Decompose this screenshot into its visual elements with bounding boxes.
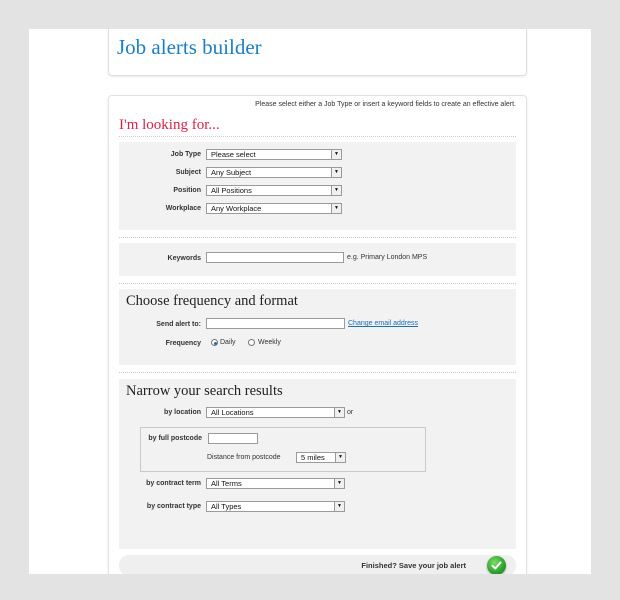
frequency-heading: Choose frequency and format — [126, 293, 298, 309]
keywords-input[interactable] — [206, 252, 344, 263]
or-text: or — [347, 409, 354, 416]
change-email-link[interactable]: Change email address — [348, 320, 418, 327]
chevron-down-icon: ▼ — [331, 186, 341, 195]
finish-bar: Finished? Save your job alert — [119, 555, 516, 574]
looking-for-heading: I'm looking for... — [119, 117, 220, 133]
chevron-down-icon: ▼ — [334, 479, 344, 488]
location-value: All Locations — [211, 408, 254, 417]
chevron-down-icon: ▼ — [331, 204, 341, 213]
keywords-panel: Keywords e.g. Primary London MPS — [119, 243, 516, 276]
workplace-select[interactable]: Any Workplace ▼ — [206, 203, 342, 214]
distance-label: Distance from postcode — [207, 454, 281, 461]
contract-type-value: All Types — [211, 502, 242, 511]
subject-select[interactable]: Any Subject ▼ — [206, 167, 342, 178]
position-select[interactable]: All Positions ▼ — [206, 185, 342, 196]
subject-label: Subject — [175, 169, 201, 176]
criteria-panel: Job Type Please select ▼ Subject Any Subj… — [119, 142, 516, 230]
alert-form: Please select either a Job Type or inser… — [108, 95, 527, 574]
position-value: All Positions — [211, 186, 252, 195]
narrow-heading: Narrow your search results — [126, 383, 283, 399]
position-label: Position — [173, 187, 201, 194]
contract-term-label: by contract term — [146, 480, 201, 487]
contract-term-select[interactable]: All Terms ▼ — [206, 478, 345, 489]
divider — [119, 283, 516, 284]
daily-radio[interactable] — [211, 339, 218, 346]
weekly-radio[interactable] — [248, 339, 255, 346]
keywords-hint: e.g. Primary London MPS — [347, 254, 428, 261]
postcode-label: by full postcode — [148, 435, 202, 442]
finish-text: Finished? Save your job alert — [361, 561, 466, 570]
divider — [119, 372, 516, 373]
location-select[interactable]: All Locations ▼ — [206, 407, 345, 418]
send-alert-label: Send alert to: — [156, 321, 201, 328]
distance-select[interactable]: 5 miles ▼ — [296, 452, 346, 463]
location-label: by location — [164, 409, 201, 416]
job-type-select[interactable]: Please select ▼ — [206, 149, 342, 160]
page-container: Job alerts builder Please select either … — [29, 29, 591, 574]
job-type-label: Job Type — [170, 151, 201, 158]
contract-term-value: All Terms — [211, 479, 242, 488]
workplace-value: Any Workplace — [211, 204, 262, 213]
divider — [119, 237, 516, 238]
contract-type-label: by contract type — [146, 503, 201, 510]
chevron-down-icon: ▼ — [334, 408, 344, 417]
contract-type-select[interactable]: All Types ▼ — [206, 501, 345, 512]
chevron-down-icon: ▼ — [331, 168, 341, 177]
distance-value: 5 miles — [301, 453, 325, 462]
chevron-down-icon: ▼ — [334, 502, 344, 511]
frequency-panel: Choose frequency and format Send alert t… — [119, 289, 516, 365]
subject-value: Any Subject — [211, 168, 252, 177]
daily-label: Daily — [220, 339, 236, 346]
weekly-label: Weekly — [258, 339, 281, 346]
save-alert-button[interactable] — [487, 556, 506, 574]
title-card: Job alerts builder — [108, 29, 527, 76]
postcode-input[interactable] — [208, 433, 258, 444]
frequency-label: Frequency — [165, 340, 201, 347]
page-title: Job alerts builder — [117, 35, 262, 59]
workplace-label: Workplace — [165, 205, 201, 212]
narrow-panel: Narrow your search results by location A… — [119, 379, 516, 549]
email-input[interactable] — [206, 318, 345, 329]
keywords-label: Keywords — [167, 255, 201, 262]
postcode-box: by full postcode Distance from postcode … — [140, 427, 426, 472]
job-type-value: Please select — [211, 150, 256, 159]
checkmark-icon — [491, 561, 502, 570]
chevron-down-icon: ▼ — [335, 453, 345, 462]
divider — [119, 136, 516, 137]
intro-text: Please select either a Job Type or inser… — [255, 101, 516, 108]
chevron-down-icon: ▼ — [331, 150, 341, 159]
